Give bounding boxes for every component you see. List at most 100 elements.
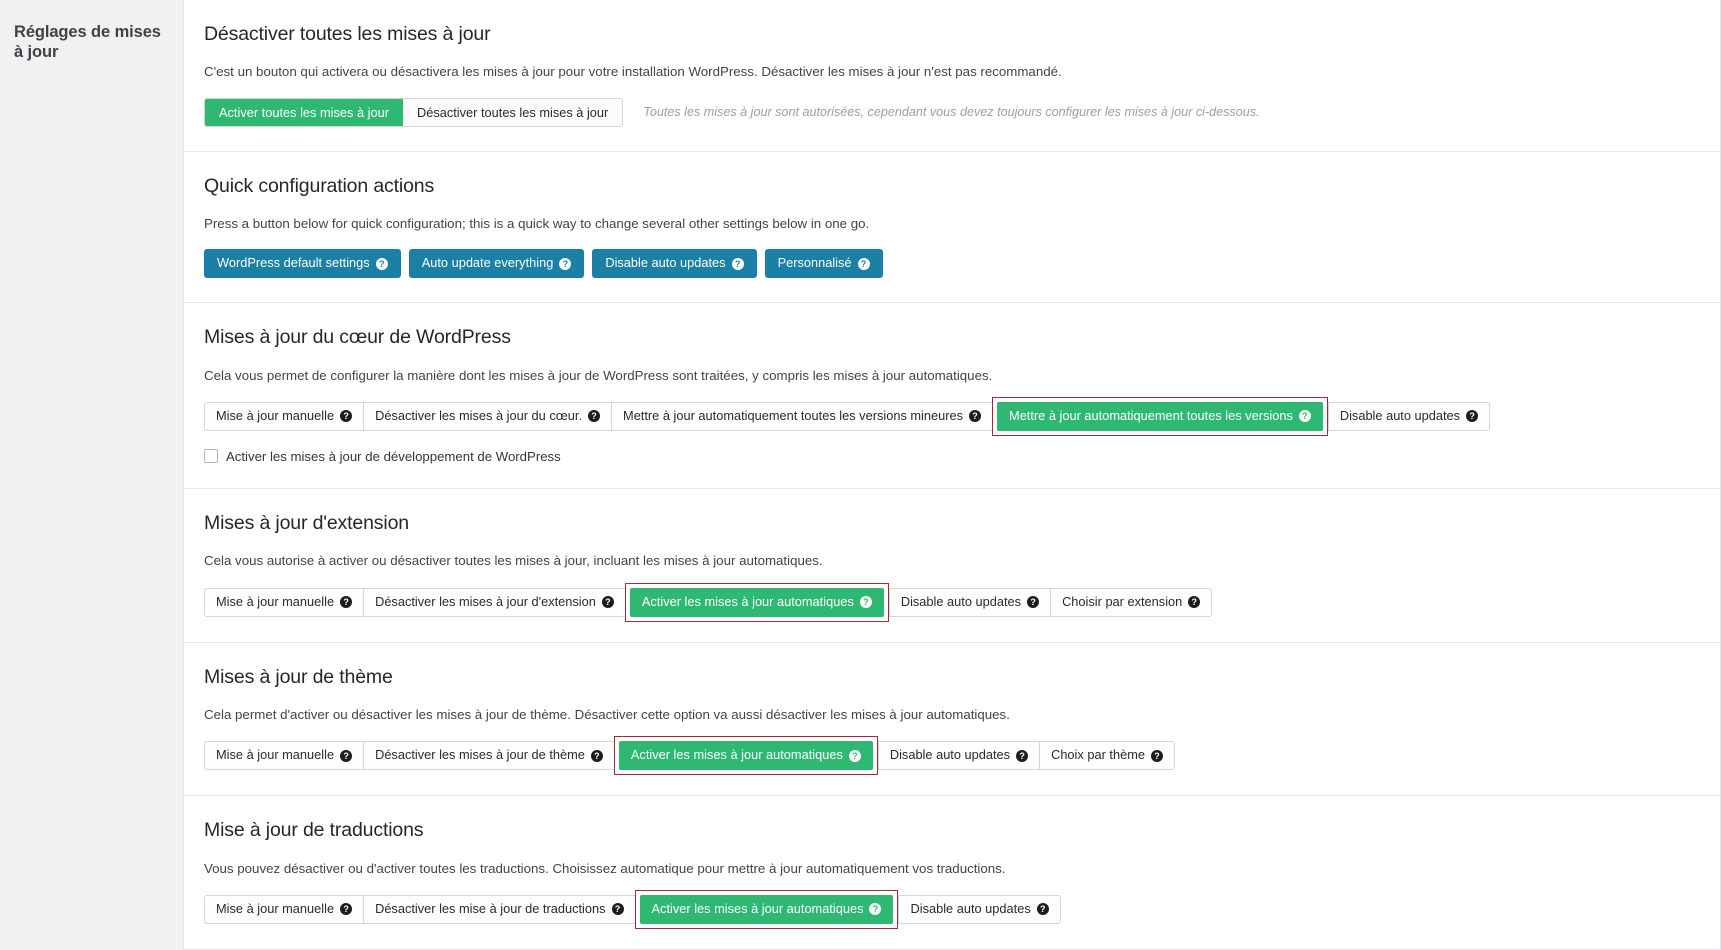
- plugin-disable-auto-updates-button[interactable]: Disable auto updates ?: [888, 587, 1051, 617]
- auto-update-everything-button[interactable]: Auto update everything ?: [408, 249, 585, 279]
- button-label: Désactiver les mises à jour de thème: [375, 747, 585, 763]
- button-label: Auto update everything: [421, 255, 554, 271]
- button-label: Mise à jour manuelle: [216, 900, 335, 916]
- highlight-outline-translations: Activer les mises à jour automatiques ?: [634, 889, 899, 929]
- section-desc-disable-all: C'est un bouton qui activera ou désactiv…: [204, 64, 1062, 80]
- section-title-core: Mises à jour du cœur de WordPress: [204, 326, 511, 349]
- button-label: Désactiver les mises à jour du cœur.: [375, 408, 583, 424]
- translation-manual-update-button[interactable]: Mise à jour manuelle ?: [204, 894, 364, 924]
- personnalise-button[interactable]: Personnalisé ?: [764, 249, 883, 279]
- help-icon[interactable]: ?: [869, 903, 882, 916]
- plugin-select-per-plugin-button[interactable]: Choisir par extension ?: [1050, 587, 1213, 617]
- plugin-disable-updates-button[interactable]: Désactiver les mises à jour d'extension …: [363, 587, 625, 617]
- theme-select-per-theme-button[interactable]: Choix par thème ?: [1039, 741, 1175, 771]
- help-icon[interactable]: ?: [559, 257, 572, 270]
- disable-all-updates-button[interactable]: Désactiver toutes les mises à jour: [403, 99, 622, 126]
- help-icon[interactable]: ?: [590, 749, 603, 762]
- button-label: Disable auto updates: [889, 747, 1011, 763]
- plugin-manual-update-button[interactable]: Mise à jour manuelle ?: [204, 587, 364, 617]
- help-icon[interactable]: ?: [969, 410, 982, 423]
- button-label: Désactiver les mises à jour d'extension: [375, 593, 596, 609]
- section-title-plugins: Mises à jour d'extension: [204, 511, 409, 534]
- button-label: Mise à jour manuelle: [216, 747, 335, 763]
- help-icon[interactable]: ?: [588, 410, 601, 423]
- section-desc-quick-actions: Press a button below for quick configura…: [204, 216, 870, 232]
- core-manual-update-button[interactable]: Mise à jour manuelle ?: [204, 401, 364, 431]
- page-title: Réglages de mises à jour: [14, 23, 161, 62]
- help-icon[interactable]: ?: [340, 903, 353, 916]
- translation-updates-button-group: Mise à jour manuelle ? Désactiver les mi…: [204, 889, 1700, 929]
- button-label: Mise à jour manuelle: [216, 408, 335, 424]
- theme-enable-auto-updates-button[interactable]: Activer les mises à jour automatiques ?: [618, 741, 873, 771]
- section-plugin-updates: Mises à jour d'extension Cela vous autor…: [184, 489, 1720, 643]
- sidebar: Réglages de mises à jour: [0, 0, 183, 842]
- help-icon[interactable]: ?: [1150, 749, 1163, 762]
- button-label: Disable auto updates: [910, 900, 1031, 916]
- highlight-outline-plugins: Activer les mises à jour automatiques ?: [624, 582, 889, 622]
- translation-disable-updates-button[interactable]: Désactiver les mise à jour de traduction…: [363, 894, 635, 924]
- disable-auto-updates-button[interactable]: Disable auto updates ?: [592, 249, 757, 279]
- help-icon[interactable]: ?: [375, 257, 388, 270]
- help-icon[interactable]: ?: [1027, 596, 1040, 609]
- button-label: Choix par thème: [1051, 747, 1145, 763]
- help-icon[interactable]: ?: [611, 903, 624, 916]
- help-icon[interactable]: ?: [1466, 410, 1479, 423]
- enable-disable-all-toggle[interactable]: Activer toutes les mises à jour Désactiv…: [204, 97, 624, 127]
- wordpress-default-settings-button[interactable]: WordPress default settings ?: [204, 249, 401, 279]
- section-theme-updates: Mises à jour de thème Cela permet d'acti…: [184, 643, 1720, 797]
- help-icon[interactable]: ?: [340, 749, 353, 762]
- plugin-enable-auto-updates-button[interactable]: Activer les mises à jour automatiques ?: [629, 587, 884, 617]
- highlight-outline-core: Mettre à jour automatiquement toutes les…: [992, 396, 1328, 436]
- help-icon[interactable]: ?: [731, 257, 744, 270]
- section-desc-translations: Vous pouvez désactiver ou d'activer tout…: [204, 860, 1006, 876]
- section-title-themes: Mises à jour de thème: [204, 665, 393, 688]
- button-label: Disable auto updates: [1339, 408, 1461, 424]
- disable-all-status-note: Toutes les mises à jour sont autorisées,…: [643, 105, 1260, 120]
- core-auto-update-all-versions-button[interactable]: Mettre à jour automatiquement toutes les…: [997, 401, 1323, 431]
- help-icon[interactable]: ?: [340, 410, 353, 423]
- enable-development-updates-label: Activer les mises à jour de développemen…: [226, 448, 561, 464]
- help-icon[interactable]: ?: [848, 749, 861, 762]
- button-label: Mettre à jour automatiquement toutes les…: [1009, 408, 1293, 424]
- help-icon[interactable]: ?: [1298, 410, 1311, 423]
- button-label: Disable auto updates: [900, 593, 1022, 609]
- translation-disable-auto-updates-button[interactable]: Disable auto updates ?: [898, 894, 1061, 924]
- help-icon[interactable]: ?: [1016, 749, 1029, 762]
- help-icon[interactable]: ?: [859, 596, 872, 609]
- theme-disable-auto-updates-button[interactable]: Disable auto updates ?: [877, 741, 1040, 771]
- section-desc-plugins: Cela vous autorise à activer ou désactiv…: [204, 553, 823, 569]
- translation-enable-auto-updates-button[interactable]: Activer les mises à jour automatiques ?: [639, 894, 894, 924]
- section-title-disable-all: Désactiver toutes les mises à jour: [204, 23, 491, 45]
- highlight-outline-themes: Activer les mises à jour automatiques ?: [613, 736, 878, 776]
- section-core-updates: Mises à jour du cœur de WordPress Cela v…: [184, 303, 1720, 489]
- button-label: Désactiver les mise à jour de traduction…: [375, 900, 606, 916]
- button-label: Choisir par extension: [1062, 593, 1183, 609]
- plugin-updates-button-group: Mise à jour manuelle ? Désactiver les mi…: [204, 582, 1700, 622]
- button-label: Mise à jour manuelle: [216, 593, 335, 609]
- section-translation-updates: Mise à jour de traductions Vous pouvez d…: [184, 796, 1720, 949]
- enable-development-updates-checkbox[interactable]: [204, 449, 218, 464]
- help-icon[interactable]: ?: [601, 596, 614, 609]
- page-root: Réglages de mises à jour Désactiver tout…: [0, 0, 1721, 950]
- enable-all-updates-button[interactable]: Activer toutes les mises à jour: [205, 98, 403, 126]
- theme-disable-updates-button[interactable]: Désactiver les mises à jour de thème ?: [363, 741, 614, 771]
- quick-actions-button-row: WordPress default settings ? Auto update…: [204, 249, 1700, 279]
- core-auto-update-minor-versions-button[interactable]: Mettre à jour automatiquement toutes les…: [611, 401, 993, 431]
- section-quick-configuration-actions: Quick configuration actions Press a butt…: [184, 152, 1720, 304]
- core-disable-auto-updates-button[interactable]: Disable auto updates ?: [1327, 401, 1491, 431]
- button-label: Activer les mises à jour automatiques: [641, 593, 854, 609]
- disable-all-toggle-row: Activer toutes les mises à jour Désactiv…: [204, 97, 1700, 127]
- help-icon[interactable]: ?: [1036, 903, 1049, 916]
- core-disable-updates-button[interactable]: Désactiver les mises à jour du cœur. ?: [363, 401, 612, 431]
- button-label: Mettre à jour automatiquement toutes les…: [623, 408, 964, 424]
- core-development-updates-row: Activer les mises à jour de développemen…: [204, 449, 1700, 464]
- section-desc-core: Cela vous permet de configurer la manièr…: [204, 367, 993, 383]
- button-label: Personnalisé: [777, 255, 852, 271]
- theme-manual-update-button[interactable]: Mise à jour manuelle ?: [204, 741, 364, 771]
- theme-updates-button-group: Mise à jour manuelle ? Désactiver les mi…: [204, 736, 1700, 776]
- help-icon[interactable]: ?: [857, 257, 870, 270]
- button-label: Disable auto updates: [605, 255, 726, 271]
- section-disable-all-updates: Désactiver toutes les mises à jour C'est…: [184, 0, 1720, 152]
- help-icon[interactable]: ?: [340, 596, 353, 609]
- help-icon[interactable]: ?: [1188, 596, 1201, 609]
